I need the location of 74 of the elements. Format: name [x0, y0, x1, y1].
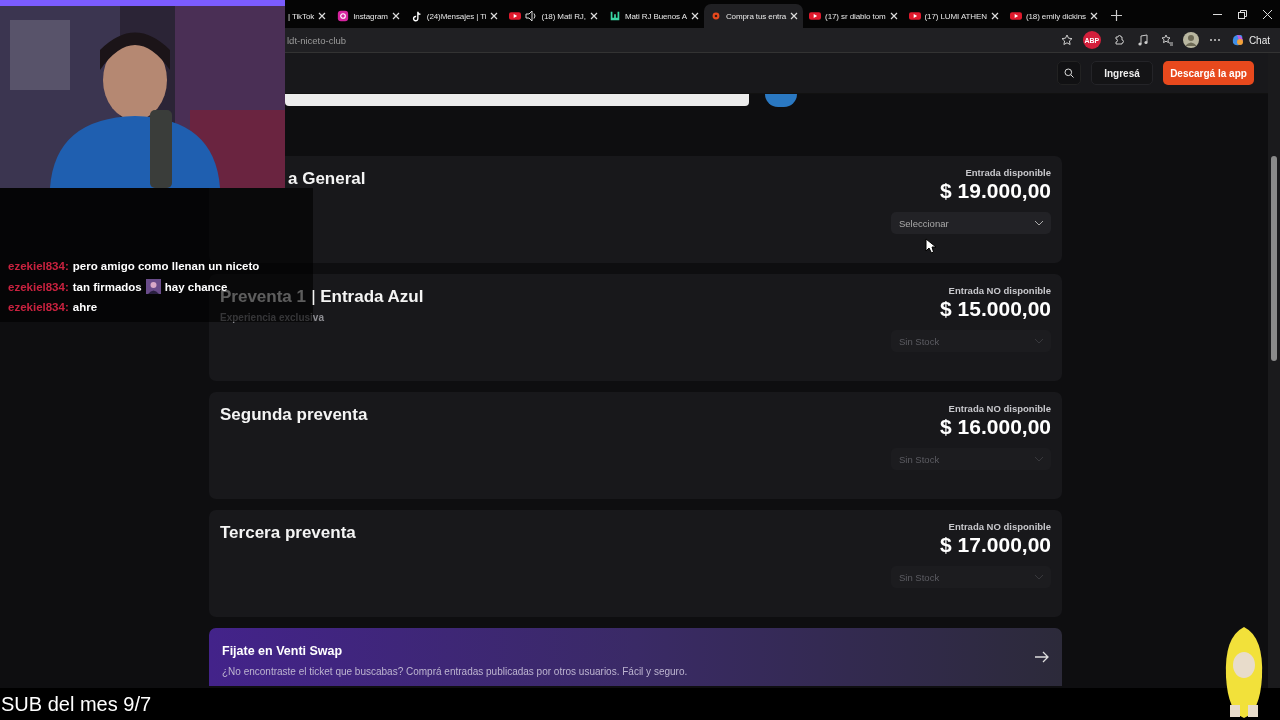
- tiktok-icon: [410, 10, 423, 22]
- login-button[interactable]: Ingresá: [1091, 61, 1153, 85]
- browser-tab[interactable]: Compra tus entra: [703, 4, 804, 28]
- close-icon[interactable]: [889, 12, 898, 20]
- chevron-down-icon: [1034, 220, 1044, 226]
- chat-username: ezekiel834:: [8, 301, 69, 313]
- availability-label: Entrada NO disponible: [948, 403, 1051, 414]
- search-button[interactable]: [1057, 61, 1081, 85]
- ticket-title: a General: [288, 169, 366, 189]
- swap-banner[interactable]: Fijate en Venti Swap ¿No encontraste el ticket que buscabas? Comprá entradas publicadas por otros usuarios. Fácil y seguro.: [209, 628, 1062, 686]
- address-field[interactable]: ldt-niceto-club: [287, 34, 1061, 46]
- availability-label: Entrada NO disponible: [948, 521, 1051, 532]
- camera-icon: [337, 10, 350, 22]
- close-icon[interactable]: [589, 12, 598, 20]
- browser-tab[interactable]: (24)Mensajes | Ti: [404, 4, 504, 28]
- restore-icon[interactable]: [1238, 9, 1247, 19]
- ticket-title: Tercera preventa: [220, 523, 356, 543]
- play-icon: [509, 10, 522, 22]
- download-app-button[interactable]: Descargá la app: [1163, 61, 1254, 85]
- close-icon[interactable]: [490, 12, 499, 20]
- browser-tab[interactable]: (18) emily dickins: [1003, 4, 1103, 28]
- close-icon[interactable]: [690, 12, 699, 20]
- close-icon[interactable]: [391, 12, 400, 20]
- close-icon[interactable]: [1263, 9, 1272, 19]
- browser-tab[interactable]: (17) LUMI ATHEN: [902, 4, 1004, 28]
- chevron-down-icon: [1034, 456, 1044, 462]
- avatar-icon[interactable]: [1182, 32, 1199, 48]
- scrollbar[interactable]: [1268, 53, 1280, 688]
- quantity-dropdown: Sin Stock: [891, 330, 1051, 352]
- play-icon: [1009, 10, 1022, 22]
- browser-tab[interactable]: (17) sr diablo tom: [803, 4, 903, 28]
- ticket-price: $ 15.000,00: [940, 297, 1051, 321]
- ticket-price: $ 16.000,00: [940, 415, 1051, 439]
- close-icon[interactable]: [318, 12, 327, 20]
- puzzle-icon[interactable]: [1112, 34, 1125, 46]
- plus-icon[interactable]: [1110, 10, 1122, 21]
- quantity-dropdown: Sin Stock: [891, 566, 1051, 588]
- arrow-right-icon: [1035, 651, 1049, 663]
- close-icon[interactable]: [990, 12, 999, 20]
- banner-title: Fijate en Venti Swap: [222, 643, 344, 658]
- availability-label: Entrada disponible: [965, 167, 1051, 178]
- chat-button[interactable]: Chat: [1230, 33, 1270, 47]
- copilot-icon: [1230, 33, 1245, 47]
- play-icon: [908, 10, 921, 22]
- play-icon: [809, 10, 822, 22]
- chat-message: ahre: [72, 301, 98, 313]
- browser-tab[interactable]: Instagram: [331, 4, 405, 28]
- cursor-icon: [925, 238, 936, 254]
- chat-username: ezekiel834:: [8, 280, 69, 293]
- quantity-dropdown: Sin Stock: [891, 448, 1051, 470]
- more-icon[interactable]: [1208, 38, 1221, 42]
- chart-icon: [608, 10, 621, 22]
- venue-logo: [765, 94, 797, 107]
- chevron-down-icon: [1034, 574, 1044, 580]
- browser-tab[interactable]: | TikTok: [286, 4, 332, 28]
- close-icon[interactable]: [1089, 12, 1098, 20]
- favorites-icon[interactable]: [1160, 34, 1173, 46]
- chat-message: pero amigo como llenan un niceto: [72, 260, 260, 272]
- ticket-title: Segunda preventa: [220, 405, 368, 425]
- close-icon[interactable]: [790, 12, 799, 20]
- browser-tab[interactable]: (18) Mati RJ,: [503, 4, 603, 28]
- chat-username: ezekiel834:: [8, 260, 69, 272]
- chat-message: tan firmados: [72, 280, 142, 293]
- browser-tab[interactable]: Mati RJ Buenos A: [602, 4, 704, 28]
- music-icon[interactable]: [1136, 34, 1149, 46]
- quantity-dropdown[interactable]: Seleccionar: [891, 212, 1051, 234]
- sub-goal-label: SUB del mes 9/7: [1, 692, 152, 716]
- ticket-price: $ 17.000,00: [940, 533, 1051, 557]
- ticket-price: $ 19.000,00: [940, 179, 1051, 203]
- availability-label: Entrada NO disponible: [948, 285, 1051, 296]
- banner-text: ¿No encontraste el ticket que buscabas? Comprá entradas publicadas por otros usuarios. Fácil y seguro.: [222, 665, 688, 677]
- star-icon[interactable]: [1060, 34, 1073, 46]
- chevron-down-icon: [1034, 338, 1044, 344]
- search-icon: [1064, 68, 1074, 78]
